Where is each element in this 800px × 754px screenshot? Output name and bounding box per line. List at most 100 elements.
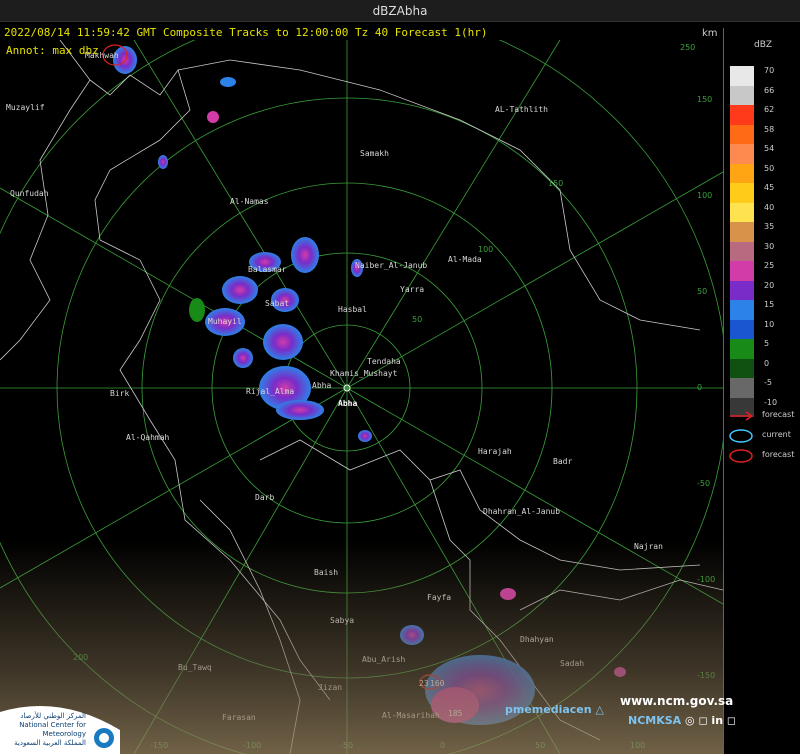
legend-bin: 35 xyxy=(730,222,798,242)
legend-bin-label: 66 xyxy=(764,85,775,95)
legend-bin: 58 xyxy=(730,124,798,144)
place-label: Baish xyxy=(314,568,338,577)
window-title-bar: dBZAbha xyxy=(0,0,800,22)
annotation-label: Annot: max dbz xyxy=(6,44,99,57)
org-name-en: National Center for Meteorology xyxy=(19,721,86,738)
legend-swatch xyxy=(730,66,754,86)
handle-text: NCMKSA xyxy=(628,714,682,727)
place-label: AL-Tathlith xyxy=(495,105,548,114)
legend-bin-label: 20 xyxy=(764,280,775,290)
legend-symbol-label: forecast xyxy=(762,450,795,459)
boundary-lines xyxy=(0,40,724,754)
org-name: المركز الوطني للأرصاد National Center fo… xyxy=(4,712,86,748)
x-tick-label: 100 xyxy=(630,741,645,750)
legend-bin-label: 5 xyxy=(764,339,770,348)
legend-swatch xyxy=(730,105,754,125)
border-yemen xyxy=(519,579,724,611)
twitter-icon: △ xyxy=(595,703,604,716)
range-ring-label: 200 xyxy=(73,653,88,662)
place-label: Fayfa xyxy=(427,593,451,602)
legend-bin: 5 xyxy=(730,339,798,359)
legend-bin: 15 xyxy=(730,300,798,320)
range-ring-label: 100 xyxy=(478,245,493,254)
legend-bin-label: 45 xyxy=(764,183,775,192)
echo-cell xyxy=(500,588,516,600)
place-label: Sadah xyxy=(560,659,584,668)
y-tick-label: 100 xyxy=(697,191,712,200)
org-name-ar: المركز الوطني للأرصاد xyxy=(20,712,86,720)
ellipse-icon xyxy=(729,429,753,443)
place-label: Sabat xyxy=(265,299,289,308)
legend-bin-label: 0 xyxy=(764,358,770,368)
legend-symbol: current xyxy=(728,428,798,446)
legend-swatch xyxy=(730,300,754,320)
storm-id-label: 185 xyxy=(448,709,463,718)
legend-bin-label: 25 xyxy=(764,261,775,270)
legend-symbol-label: forecast xyxy=(762,410,795,419)
x-tick-label: 0 xyxy=(440,741,445,750)
legend-symbol: forecast xyxy=(728,408,798,426)
place-label: Yarra xyxy=(400,285,424,294)
legend-bin: 62 xyxy=(730,105,798,125)
echo-cell xyxy=(233,348,253,368)
social-handle-twitter[interactable]: pmemediacen △ xyxy=(505,703,604,716)
place-label: Naiber_Al-Janub xyxy=(355,261,427,270)
legend-bin-label: 30 xyxy=(764,241,775,251)
echo-cell xyxy=(614,667,626,677)
echo-cell xyxy=(400,625,424,645)
product-header: 2022/08/14 11:59:42 GMT Composite Tracks… xyxy=(4,26,488,39)
place-label: Darb xyxy=(255,493,274,502)
legend-swatch xyxy=(730,85,754,105)
echo-cell xyxy=(222,276,258,304)
legend-title: dBZ xyxy=(754,40,773,50)
legend-bin: 66 xyxy=(730,85,798,105)
legend-bin: 25 xyxy=(730,261,798,281)
place-label: Najran xyxy=(634,542,663,551)
radar-echoes xyxy=(102,44,626,725)
storm-id-label: 23 xyxy=(419,679,429,688)
place-label: Abu_Arish xyxy=(362,655,406,664)
legend-swatch xyxy=(730,124,754,144)
legend-swatch xyxy=(730,378,754,398)
legend-swatch xyxy=(730,202,754,222)
legend-swatch xyxy=(730,319,754,339)
legend-bin: 70 xyxy=(730,66,798,86)
website-link[interactable]: www.ncm.gov.sa xyxy=(620,694,733,708)
ellipse-icon xyxy=(729,449,753,463)
legend-swatch xyxy=(730,183,754,203)
legend-bin: 0 xyxy=(730,358,798,378)
x-tick-label: 50 xyxy=(535,741,545,750)
range-ring-label: 250 xyxy=(680,43,695,52)
dbz-legend: dBZ 70 66 62 58 54 50 45 40 35 30 25 20 15 10 5 0 -5 -10 … xyxy=(723,28,800,754)
place-label: Al-Qahmah xyxy=(126,433,170,442)
station-label: Abha xyxy=(338,399,357,408)
y-tick-label: -150 xyxy=(697,671,715,680)
axis-tick-labels: 150 100 50 0 -50 -100 -150 -150 -100 -50 0 50 100 50 1… xyxy=(73,43,715,750)
place-label: Qunfudah xyxy=(10,189,49,198)
place-label: Jizan xyxy=(318,683,342,692)
place-label: Balasmar xyxy=(248,265,287,274)
legend-bin: 30 xyxy=(730,241,798,261)
place-label: Harajah xyxy=(478,447,512,456)
place-label: Muhayil xyxy=(208,317,242,326)
unit-label: km xyxy=(702,28,718,39)
place-label: Dhahyan xyxy=(520,635,554,644)
y-tick-label: 0 xyxy=(697,383,702,392)
place-label: Bu_Tawq xyxy=(178,663,212,672)
legend-bin: 45 xyxy=(730,183,798,203)
radial-line-30 xyxy=(346,40,561,389)
x-tick-label: -50 xyxy=(340,741,353,750)
social-icons: ◎ ◻ in ◻ xyxy=(685,714,736,727)
x-tick-label: -100 xyxy=(243,741,261,750)
place-label: Badr xyxy=(553,457,572,466)
place-label: Farasan xyxy=(222,713,256,722)
social-handle-ncmksa[interactable]: NCMKSA ◎ ◻ in ◻ xyxy=(628,714,736,727)
place-label: Muzaylif xyxy=(6,103,45,112)
legend-swatch xyxy=(730,280,754,300)
radar-map[interactable]: MuzaylifQunfudahMakhwahAl-NamasSamakhAL-… xyxy=(0,40,800,754)
legend-bin-label: 54 xyxy=(764,144,775,153)
range-ring-label: 150 xyxy=(548,179,563,188)
y-tick-label: -50 xyxy=(697,479,710,488)
legend-bin: 10 xyxy=(730,319,798,339)
place-label: Al-Masarihah xyxy=(382,711,440,720)
